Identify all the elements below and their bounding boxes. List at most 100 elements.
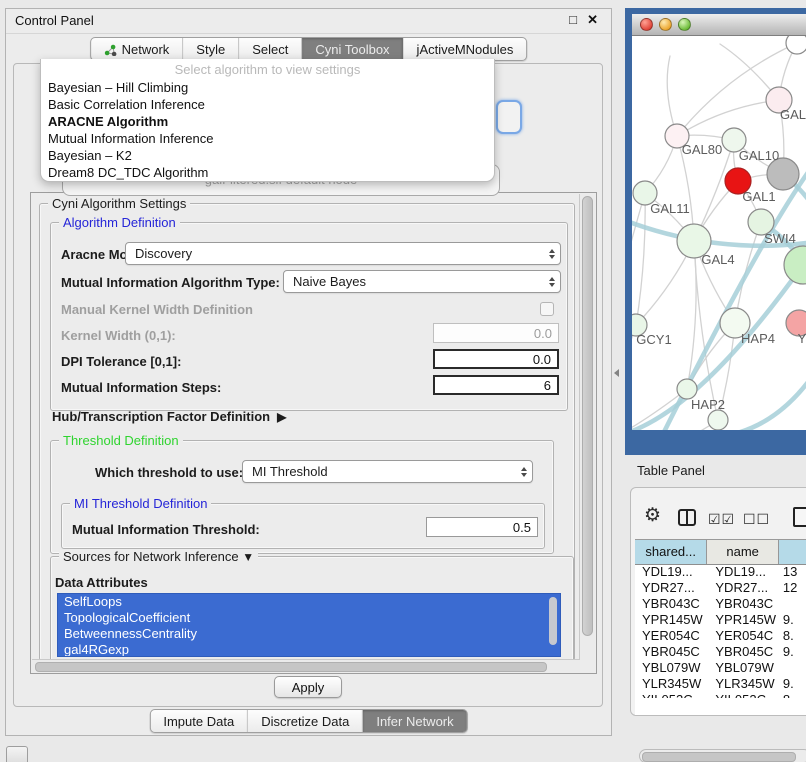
sources-title-text: Sources for Network Inference <box>63 549 239 564</box>
algorithm-option-bayesian-k2[interactable]: Bayesian – K2 <box>41 147 494 164</box>
aracne-mode-value: Discovery <box>135 246 192 261</box>
zoom-window-icon[interactable] <box>678 18 691 31</box>
table-row[interactable]: YBL079WYBL079W <box>635 660 806 676</box>
table-cell: 13 <box>779 564 806 580</box>
attribute-item-topologicalcoefficient[interactable]: TopologicalCoefficient <box>58 610 560 626</box>
control-panel-window: Control Panel □ ✕ NetworkStyleSelectCyni… <box>5 8 612 736</box>
algorithm-combo-focus-fragment[interactable] <box>496 100 522 134</box>
combo-stepper-icon[interactable] <box>549 243 555 264</box>
apply-button[interactable]: Apply <box>274 676 342 698</box>
column-header-cut[interactable] <box>779 540 806 564</box>
tab-label: Infer Network <box>376 714 453 729</box>
float-window-icon[interactable]: □ <box>569 12 577 27</box>
table-cell: YLR345W <box>707 676 779 692</box>
tab-network[interactable]: Network <box>91 38 184 60</box>
mi-algorithm-type-combo[interactable]: Naive Bayes <box>283 270 561 293</box>
attributes-list-scrollbar[interactable] <box>549 597 557 645</box>
cyni-toolbox-content: galFiltered.sif default node Select algo… <box>13 63 603 707</box>
net-node-label: GAL <box>780 107 806 122</box>
new-table-icon[interactable] <box>793 507 806 527</box>
net-node-label: GCY1 <box>636 332 671 347</box>
hub-definition-expander[interactable]: Hub/Transcription Factor Definition ▶ <box>52 409 286 424</box>
table-row[interactable]: YBR043CYBR043C <box>635 596 806 612</box>
table-panel: ⚙ ☑☑ ☐☐ shared...name YDL19...YDL19...13… <box>630 487 806 716</box>
attribute-item-betweennesscentrality[interactable]: BetweennessCentrality <box>58 626 560 642</box>
which-threshold-combo[interactable]: MI Threshold <box>242 460 533 483</box>
mi-threshold-definition-title: MI Threshold Definition <box>70 496 211 511</box>
column-header-name[interactable]: name <box>707 540 778 564</box>
tab-impute-data[interactable]: Impute Data <box>150 710 248 732</box>
settings-vertical-scrollbar[interactable] <box>579 194 595 660</box>
table-cell: YBR045C <box>707 644 779 660</box>
network-graph[interactable]: GALGAL80GAL10GAL1GAL11SWI4GAL4GCY1HAP4YH… <box>632 36 806 430</box>
minimized-panel-icon[interactable] <box>6 746 28 762</box>
deselect-all-checkboxes-icon[interactable]: ☐☐ <box>743 511 770 528</box>
settings-horizontal-scrollbar[interactable] <box>32 659 580 672</box>
algorithm-option-basic-correlation-inference[interactable]: Basic Correlation Inference <box>41 96 494 113</box>
combo-stepper-icon[interactable] <box>549 271 555 292</box>
tab-label: jActiveMNodules <box>417 42 514 57</box>
table-row[interactable]: YIL052CYIL052C8. <box>635 692 806 698</box>
net-node-node-bottom[interactable] <box>708 410 728 430</box>
mi-threshold-label: Mutual Information Threshold: <box>72 522 260 537</box>
table-cell: YIL052C <box>707 692 779 698</box>
close-window-icon[interactable] <box>640 18 653 31</box>
algorithm-option-mutual-information-inference[interactable]: Mutual Information Inference <box>41 130 494 147</box>
algorithm-dropdown-list: Bayesian – Hill ClimbingBasic Correlatio… <box>41 79 494 181</box>
algorithm-option-dream8-dc-tdc-algorithm[interactable]: Dream8 DC_TDC Algorithm <box>41 164 494 181</box>
tab-cyni-toolbox[interactable]: Cyni Toolbox <box>302 38 403 60</box>
column-header-shared[interactable]: shared... <box>635 540 707 564</box>
tab-jactivemnodules[interactable]: jActiveMNodules <box>404 38 527 60</box>
mi-steps-input[interactable] <box>433 375 559 395</box>
which-threshold-value: MI Threshold <box>252 464 328 479</box>
table-cell: YBR043C <box>635 596 707 612</box>
net-node-hap2[interactable] <box>677 379 697 399</box>
table-cell: YPR145W <box>707 612 779 628</box>
tab-discretize-data[interactable]: Discretize Data <box>248 710 363 732</box>
net-node-node-right[interactable] <box>784 246 806 284</box>
data-attributes-list[interactable]: SelfLoopsTopologicalCoefficientBetweenne… <box>57 593 561 657</box>
network-window-titlebar[interactable] <box>632 14 806 36</box>
table-row[interactable]: YPR145WYPR145W9. <box>635 612 806 628</box>
combo-stepper-icon[interactable] <box>521 461 527 482</box>
table-cell <box>779 660 806 676</box>
network-icon <box>104 43 117 56</box>
collapse-down-icon[interactable]: ▼ <box>242 550 254 564</box>
net-node-label: Y <box>798 331 806 346</box>
table-row[interactable]: YDR27...YDR27...12 <box>635 580 806 596</box>
kernel-width-input[interactable] <box>433 323 559 343</box>
net-node-node-top[interactable] <box>786 36 806 54</box>
table-cell: 9. <box>779 612 806 628</box>
show-columns-icon[interactable] <box>678 509 696 526</box>
expand-right-icon[interactable]: ▶ <box>277 410 286 424</box>
which-threshold-label: Which threshold to use: <box>95 465 243 480</box>
cyni-bottom-tabbar: Impute Data Discretize Data Infer Network <box>149 709 467 733</box>
tab-label: Discretize Data <box>261 714 349 729</box>
attribute-item-gal4rgexp[interactable]: gal4RGexp <box>58 642 560 657</box>
algorithm-dropdown-placeholder: Select algorithm to view settings <box>41 61 494 79</box>
table-row[interactable]: YLR345WYLR345W9. <box>635 676 806 692</box>
tab-select[interactable]: Select <box>239 38 302 60</box>
table-horizontal-scrollbar[interactable] <box>639 749 806 762</box>
close-panel-icon[interactable]: ✕ <box>587 12 598 28</box>
tab-infer-network[interactable]: Infer Network <box>363 710 466 732</box>
splitter-handle-icon[interactable] <box>614 369 619 377</box>
attribute-item-selfloops[interactable]: SelfLoops <box>58 594 560 610</box>
table-row[interactable]: YER054CYER054C8. <box>635 628 806 644</box>
minimize-window-icon[interactable] <box>659 18 672 31</box>
algorithm-option-bayesian-hill-climbing[interactable]: Bayesian – Hill Climbing <box>41 79 494 96</box>
dpi-tolerance-input[interactable] <box>433 349 559 369</box>
mi-threshold-input[interactable] <box>426 517 538 537</box>
algorithm-option-aracne-algorithm[interactable]: ARACNE Algorithm <box>41 113 494 130</box>
network-canvas[interactable]: GALGAL80GAL10GAL1GAL11SWI4GAL4GCY1HAP4YH… <box>632 36 806 430</box>
table-cell: YPR145W <box>635 612 707 628</box>
tab-style[interactable]: Style <box>183 38 239 60</box>
sources-title: Sources for Network Inference ▼ <box>59 549 258 564</box>
select-all-checkboxes-icon[interactable]: ☑☑ <box>708 511 735 528</box>
manual-kernel-width-checkbox[interactable] <box>540 302 554 316</box>
aracne-mode-combo[interactable]: Discovery <box>125 242 561 265</box>
table-row[interactable]: YDL19...YDL19...13 <box>635 564 806 580</box>
gear-icon[interactable]: ⚙ <box>644 506 661 525</box>
table-row[interactable]: YBR045CYBR045C9. <box>635 644 806 660</box>
control-panel-tabbar: NetworkStyleSelectCyni Toolbox jActiveMNo… <box>90 37 528 61</box>
